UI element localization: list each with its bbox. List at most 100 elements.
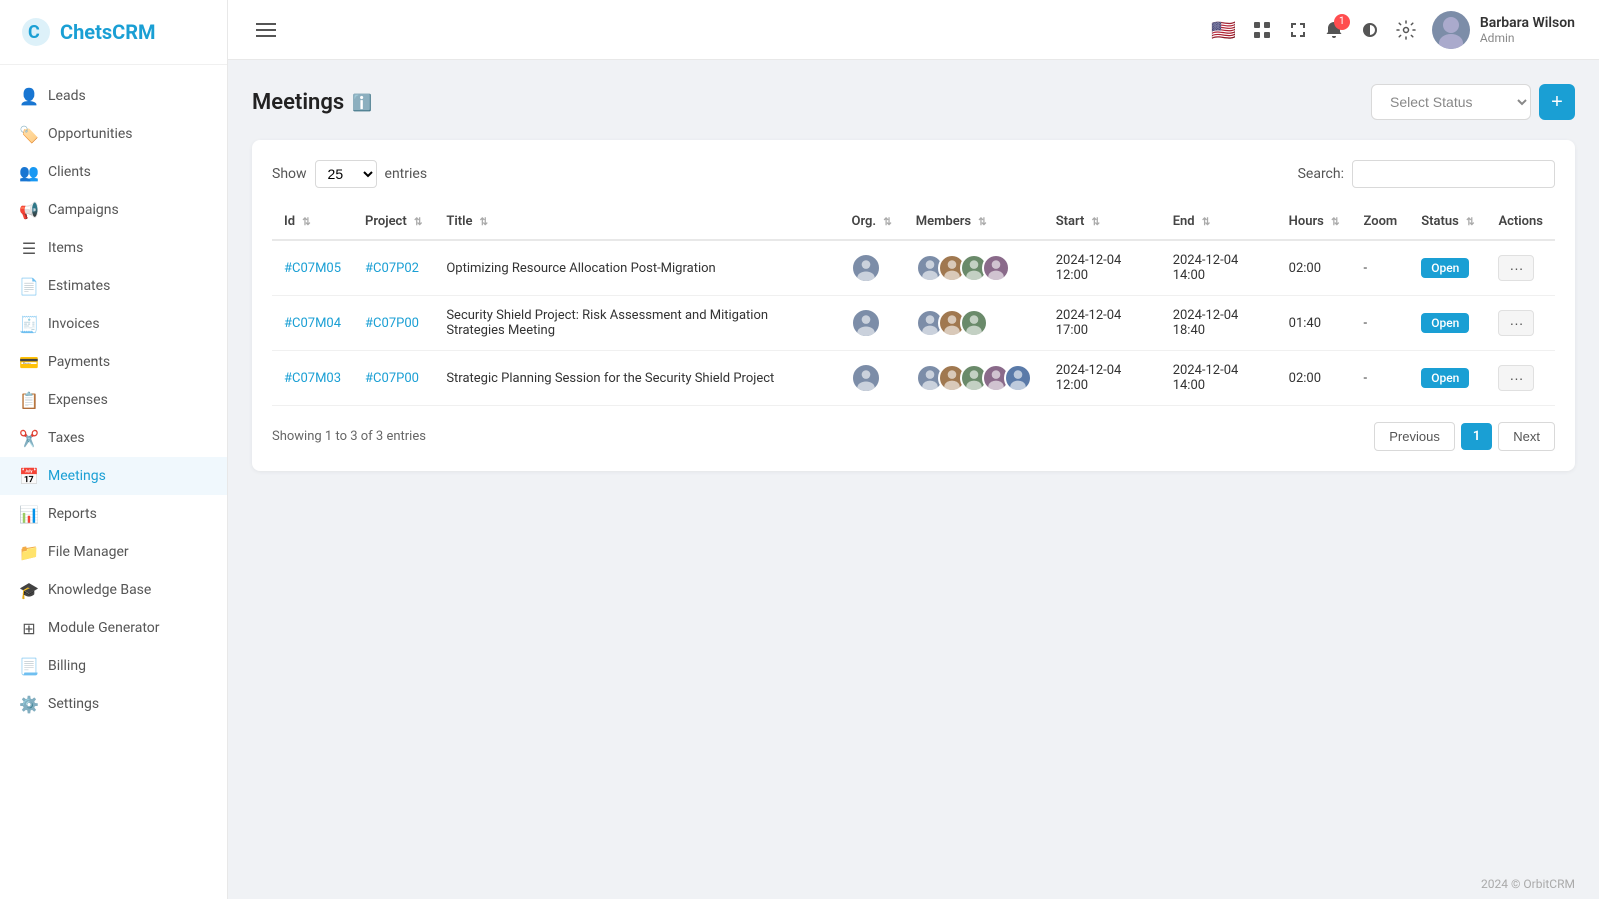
cell-id: #C07M04 bbox=[272, 296, 353, 351]
sidebar-item-label: Module Generator bbox=[48, 620, 160, 636]
svg-text:C: C bbox=[28, 22, 40, 43]
sidebar-item-label: Items bbox=[48, 240, 83, 256]
sidebar-item-file-manager[interactable]: 📁 File Manager bbox=[0, 533, 227, 571]
sidebar-item-invoices[interactable]: 🧾 Invoices bbox=[0, 305, 227, 343]
sidebar-item-opportunities[interactable]: 🏷️ Opportunities bbox=[0, 115, 227, 153]
meeting-id-link[interactable]: #C07M04 bbox=[284, 316, 341, 331]
meeting-id-link[interactable]: #C07M03 bbox=[284, 371, 341, 386]
sidebar-item-items[interactable]: ☰ Items bbox=[0, 229, 227, 267]
pagination: Previous 1 Next bbox=[1374, 422, 1555, 451]
project-link[interactable]: #C07P00 bbox=[365, 371, 419, 386]
search-input[interactable] bbox=[1352, 160, 1555, 188]
sidebar-item-campaigns[interactable]: 📢 Campaigns bbox=[0, 191, 227, 229]
page-title-section: Meetings ℹ️ bbox=[252, 90, 372, 115]
cell-start: 2024-12-04 17:00 bbox=[1044, 296, 1161, 351]
sidebar-item-knowledge-base[interactable]: 🎓 Knowledge Base bbox=[0, 571, 227, 609]
members-avatars bbox=[916, 309, 1032, 337]
expenses-icon: 📋 bbox=[20, 391, 38, 409]
cell-zoom: - bbox=[1351, 240, 1409, 296]
status-badge: Open bbox=[1421, 313, 1469, 333]
actions-button[interactable]: ··· bbox=[1498, 255, 1534, 281]
table-row: #C07M03 #C07P00 Strategic Planning Sessi… bbox=[272, 351, 1555, 406]
entries-label: entries bbox=[385, 166, 428, 182]
sidebar-item-settings[interactable]: ⚙️ Settings bbox=[0, 685, 227, 723]
col-start[interactable]: Start ⇅ bbox=[1044, 204, 1161, 240]
previous-button[interactable]: Previous bbox=[1374, 422, 1455, 451]
content: Meetings ℹ️ Select Status Open Closed Pe… bbox=[228, 60, 1599, 869]
cell-actions: ··· bbox=[1486, 240, 1555, 296]
sidebar-item-label: Taxes bbox=[48, 430, 85, 446]
cell-title: Security Shield Project: Risk Assessment… bbox=[434, 296, 839, 351]
cell-org bbox=[839, 351, 903, 406]
cell-start: 2024-12-04 12:00 bbox=[1044, 240, 1161, 296]
cell-title: Optimizing Resource Allocation Post-Migr… bbox=[434, 240, 839, 296]
col-title[interactable]: Title ⇅ bbox=[434, 204, 839, 240]
user-info: Barbara Wilson Admin bbox=[1480, 15, 1575, 45]
next-button[interactable]: Next bbox=[1498, 422, 1555, 451]
fullscreen-icon[interactable] bbox=[1288, 20, 1308, 40]
user-section[interactable]: Barbara Wilson Admin bbox=[1432, 11, 1575, 49]
cell-hours: 02:00 bbox=[1277, 240, 1352, 296]
meeting-id-link[interactable]: #C07M05 bbox=[284, 261, 341, 276]
notifications-icon[interactable]: 1 bbox=[1324, 20, 1344, 40]
col-status[interactable]: Status ⇅ bbox=[1409, 204, 1486, 240]
cell-hours: 02:00 bbox=[1277, 351, 1352, 406]
cell-hours: 01:40 bbox=[1277, 296, 1352, 351]
sidebar-item-payments[interactable]: 💳 Payments bbox=[0, 343, 227, 381]
sidebar-item-leads[interactable]: 👤 Leads bbox=[0, 77, 227, 115]
add-meeting-button[interactable]: + bbox=[1539, 84, 1575, 120]
sidebar-item-label: Invoices bbox=[48, 316, 100, 332]
sidebar-item-module-generator[interactable]: ⊞ Module Generator bbox=[0, 609, 227, 647]
settings-icon: ⚙️ bbox=[20, 695, 38, 713]
reports-icon: 📊 bbox=[20, 505, 38, 523]
nav: 👤 Leads 🏷️ Opportunities 👥 Clients 📢 Cam… bbox=[0, 65, 227, 899]
sidebar: C ChetsCRM 👤 Leads 🏷️ Opportunities 👥 Cl… bbox=[0, 0, 228, 899]
cell-status: Open bbox=[1409, 296, 1486, 351]
col-members[interactable]: Members ⇅ bbox=[904, 204, 1044, 240]
logo-icon: C bbox=[20, 16, 52, 48]
member-avatar bbox=[960, 309, 988, 337]
gear-icon[interactable] bbox=[1396, 20, 1416, 40]
apps-grid-icon[interactable] bbox=[1252, 20, 1272, 40]
cell-end: 2024-12-04 14:00 bbox=[1161, 351, 1277, 406]
cell-status: Open bbox=[1409, 240, 1486, 296]
sidebar-item-label: Expenses bbox=[48, 392, 108, 408]
actions-button[interactable]: ··· bbox=[1498, 365, 1534, 391]
logo-text: ChetsCRM bbox=[60, 20, 156, 44]
sidebar-item-label: Estimates bbox=[48, 278, 110, 294]
module-generator-icon: ⊞ bbox=[20, 619, 38, 637]
table-controls: Show 10 25 50 100 entries Search: bbox=[272, 160, 1555, 188]
sidebar-item-billing[interactable]: 📃 Billing bbox=[0, 647, 227, 685]
col-end[interactable]: End ⇅ bbox=[1161, 204, 1277, 240]
sidebar-item-reports[interactable]: 📊 Reports bbox=[0, 495, 227, 533]
project-link[interactable]: #C07P00 bbox=[365, 316, 419, 331]
page-actions: Select Status Open Closed Pending + bbox=[1371, 84, 1575, 120]
entries-per-page-select[interactable]: 10 25 50 100 bbox=[315, 160, 377, 188]
sidebar-item-label: Billing bbox=[48, 658, 86, 674]
language-flag[interactable]: 🇺🇸 bbox=[1211, 18, 1236, 42]
sidebar-item-clients[interactable]: 👥 Clients bbox=[0, 153, 227, 191]
sidebar-item-estimates[interactable]: 📄 Estimates bbox=[0, 267, 227, 305]
sidebar-item-label: Meetings bbox=[48, 468, 106, 484]
org-avatar bbox=[851, 308, 881, 338]
col-id[interactable]: Id ⇅ bbox=[272, 204, 353, 240]
col-project[interactable]: Project ⇅ bbox=[353, 204, 434, 240]
project-link[interactable]: #C07P02 bbox=[365, 261, 419, 276]
footer: 2024 © OrbitCRM bbox=[228, 869, 1599, 899]
info-icon[interactable]: ℹ️ bbox=[352, 93, 372, 112]
status-select[interactable]: Select Status Open Closed Pending bbox=[1371, 84, 1531, 120]
col-org[interactable]: Org. ⇅ bbox=[839, 204, 903, 240]
sidebar-item-meetings[interactable]: 📅 Meetings bbox=[0, 457, 227, 495]
sidebar-item-taxes[interactable]: ✂️ Taxes bbox=[0, 419, 227, 457]
current-page[interactable]: 1 bbox=[1461, 423, 1492, 450]
cell-project: #C07P00 bbox=[353, 351, 434, 406]
sidebar-item-label: Opportunities bbox=[48, 126, 133, 142]
showing-text: Showing 1 to 3 of 3 entries bbox=[272, 429, 426, 444]
col-hours[interactable]: Hours ⇅ bbox=[1277, 204, 1352, 240]
sidebar-item-expenses[interactable]: 📋 Expenses bbox=[0, 381, 227, 419]
hamburger-menu[interactable] bbox=[252, 19, 280, 41]
actions-button[interactable]: ··· bbox=[1498, 310, 1534, 336]
campaigns-icon: 📢 bbox=[20, 201, 38, 219]
darkmode-icon[interactable] bbox=[1360, 20, 1380, 40]
org-avatar bbox=[851, 363, 881, 393]
